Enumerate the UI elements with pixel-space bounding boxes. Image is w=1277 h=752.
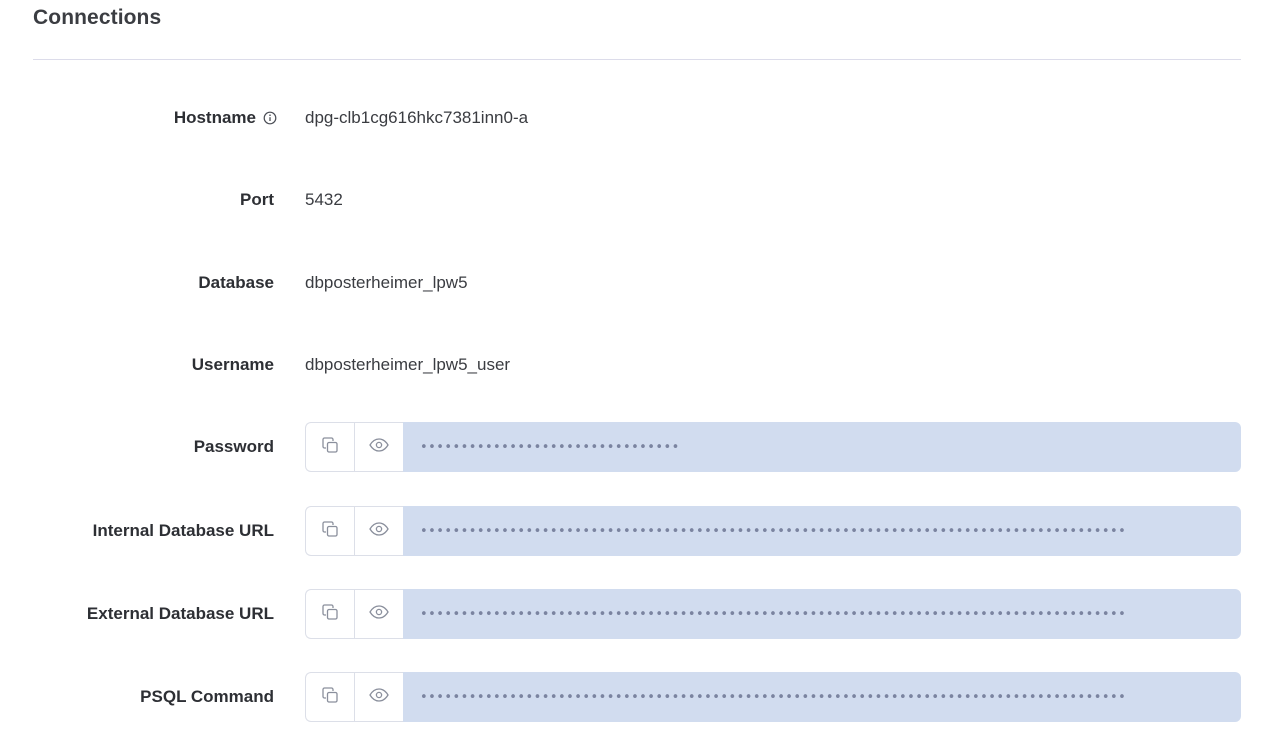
reveal-psql-command-button[interactable]: [354, 672, 403, 722]
username-value: dbposterheimer_lpw5_user: [305, 355, 511, 374]
reveal-password-button[interactable]: [354, 422, 403, 472]
port-row: Port 5432: [0, 175, 1277, 225]
eye-icon: [368, 604, 390, 625]
psql-command-secret-field: ••••••••••••••••••••••••••••••••••••••••…: [305, 672, 1241, 722]
internal-url-label: Internal Database URL: [92, 521, 274, 540]
password-label: Password: [193, 437, 274, 456]
copy-external-url-button[interactable]: [305, 589, 354, 639]
database-row: Database dbposterheimer_lpw5: [0, 258, 1277, 308]
hostname-row: Hostname dpg-clb1cg616hkc7381inn0-a: [0, 93, 1277, 143]
psql-command-masked-value: ••••••••••••••••••••••••••••••••••••••••…: [420, 689, 1127, 705]
copy-icon: [320, 519, 340, 544]
reveal-external-url-button[interactable]: [354, 589, 403, 639]
internal-url-input[interactable]: ••••••••••••••••••••••••••••••••••••••••…: [403, 506, 1241, 556]
external-url-input[interactable]: ••••••••••••••••••••••••••••••••••••••••…: [403, 589, 1241, 639]
copy-internal-url-button[interactable]: [305, 506, 354, 556]
section-title: Connections: [33, 6, 162, 29]
copy-password-button[interactable]: [305, 422, 354, 472]
external-url-secret-field: ••••••••••••••••••••••••••••••••••••••••…: [305, 589, 1241, 639]
hostname-label: Hostname: [173, 108, 256, 127]
copy-icon: [320, 435, 340, 460]
info-icon[interactable]: [263, 111, 277, 125]
password-secret-field: ••••••••••••••••••••••••••••••••: [305, 422, 1241, 472]
eye-icon: [368, 437, 390, 458]
port-value: 5432: [305, 190, 343, 209]
hostname-value: dpg-clb1cg616hkc7381inn0-a: [305, 108, 529, 127]
reveal-internal-url-button[interactable]: [354, 506, 403, 556]
password-row: Password •••••••••••••••••••••••••••••••…: [0, 422, 1277, 472]
external-url-row: External Database URL ••••••••••••••••••…: [0, 589, 1277, 639]
eye-icon: [368, 521, 390, 542]
password-masked-value: ••••••••••••••••••••••••••••••••: [420, 439, 680, 455]
username-row: Username dbposterheimer_lpw5_user: [0, 340, 1277, 390]
eye-icon: [368, 687, 390, 708]
internal-url-row: Internal Database URL ••••••••••••••••••…: [0, 506, 1277, 556]
psql-command-row: PSQL Command •••••••••••••••••••••••••••…: [0, 672, 1277, 722]
port-label: Port: [240, 190, 274, 209]
copy-psql-command-button[interactable]: [305, 672, 354, 722]
password-input[interactable]: ••••••••••••••••••••••••••••••••: [403, 422, 1241, 472]
copy-icon: [320, 685, 340, 710]
hostname-label-wrap: Hostname: [174, 93, 277, 143]
internal-url-secret-field: ••••••••••••••••••••••••••••••••••••••••…: [305, 506, 1241, 556]
copy-icon: [320, 602, 340, 627]
psql-command-label: PSQL Command: [140, 687, 274, 706]
section-divider: [33, 59, 1241, 60]
internal-url-masked-value: ••••••••••••••••••••••••••••••••••••••••…: [420, 523, 1127, 539]
external-url-label: External Database URL: [86, 604, 274, 623]
database-label: Database: [198, 273, 274, 292]
external-url-masked-value: ••••••••••••••••••••••••••••••••••••••••…: [420, 606, 1127, 622]
database-value: dbposterheimer_lpw5: [305, 273, 468, 292]
username-label: Username: [191, 355, 274, 374]
psql-command-input[interactable]: ••••••••••••••••••••••••••••••••••••••••…: [403, 672, 1241, 722]
